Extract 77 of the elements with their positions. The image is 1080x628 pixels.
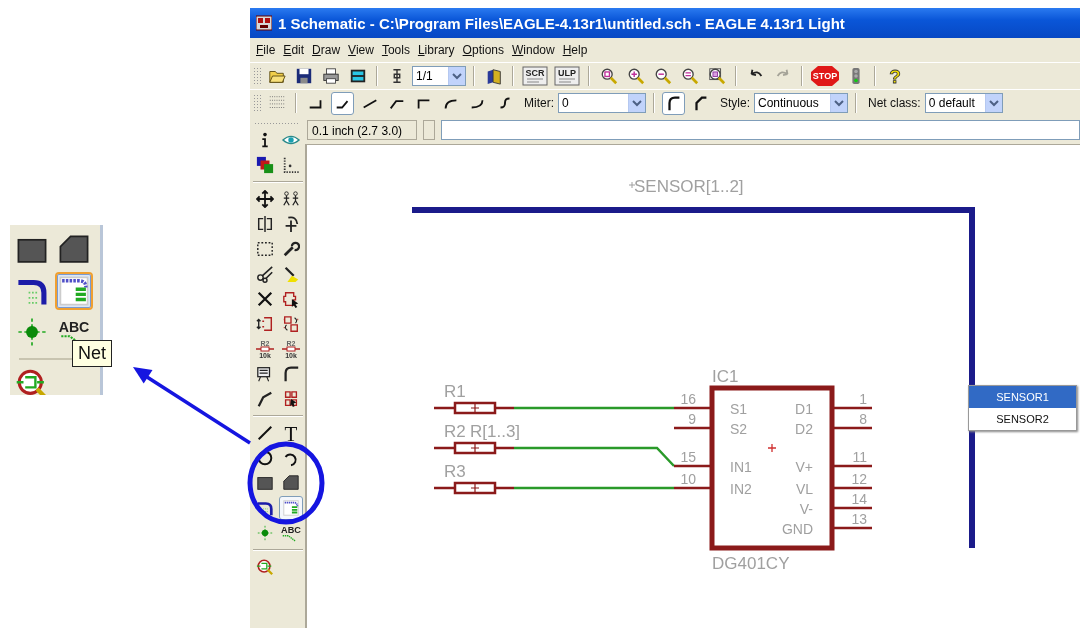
chevron-icon: [984, 94, 1002, 112]
pin-line: [832, 506, 872, 510]
pin-line: [832, 406, 872, 410]
menu-item[interactable]: Options: [459, 43, 507, 57]
menu-item[interactable]: Draw: [309, 43, 344, 57]
coordinate-display: 0.1 inch (2.7 3.0): [307, 120, 417, 140]
pin-name: D2: [795, 421, 813, 437]
chevron-icon: [830, 94, 847, 112]
move-icon[interactable]: [253, 187, 277, 211]
stop-sign-icon[interactable]: STOP: [810, 64, 840, 88]
net-class-dropdown[interactable]: 0 default: [924, 93, 1003, 113]
pin-number: 14: [851, 491, 867, 507]
style-label: Style:: [720, 96, 750, 110]
pin-number: 8: [859, 411, 867, 427]
pin-number: 11: [852, 449, 867, 465]
pin-line: [674, 426, 712, 430]
pin-number: 13: [851, 511, 867, 527]
origin-marker: [767, 443, 777, 453]
part-label: R[1..3]: [470, 422, 521, 441]
pin-name: IN1: [730, 459, 752, 475]
pin-name: GND: [781, 521, 813, 537]
pin-line: [674, 486, 712, 490]
pin-number: 15: [680, 449, 696, 465]
status-panel: [423, 120, 435, 140]
pin-name: D1: [795, 401, 813, 417]
round-miter-icon[interactable]: [662, 91, 685, 115]
window-title: 1 Schematic - C:\Program Files\EAGLE-4.13r1\untitled.sch - EAGLE 4.13r1 Light: [278, 14, 845, 32]
pin-number: 1: [859, 391, 867, 407]
program-icon[interactable]: ULP: [553, 64, 581, 88]
miter-label: Miter:: [524, 96, 554, 110]
app-icon: [256, 15, 272, 31]
menu-item[interactable]: Library: [414, 43, 458, 57]
tooltip: Net: [72, 340, 112, 367]
pin-number: 12: [851, 471, 867, 487]
net-icon[interactable]: [279, 496, 303, 520]
pin-line: [674, 406, 712, 410]
script-icon[interactable]: SCR: [521, 64, 549, 88]
pin-line: [674, 464, 712, 468]
part-name: R3: [444, 462, 466, 481]
pin-name: S1: [730, 401, 748, 417]
toolbar-grip-icon[interactable]: [254, 122, 298, 126]
menu-item[interactable]: View: [345, 43, 377, 57]
pin-number: 10: [680, 471, 696, 487]
part-name: IC1: [712, 367, 739, 386]
menu-item[interactable]: Help: [559, 43, 591, 57]
pin-name: V-: [799, 501, 813, 517]
pin-line: [832, 464, 872, 468]
chevron-icon: [628, 94, 645, 112]
menu-item[interactable]: Window: [509, 43, 558, 57]
menu-item[interactable]: Edit: [280, 43, 308, 57]
menu-item[interactable]: SENSOR1: [969, 386, 1076, 408]
pin-number: 9: [688, 411, 696, 427]
menu-item[interactable]: File: [253, 43, 279, 57]
part-name: R1: [444, 382, 466, 401]
pin-line: [832, 486, 872, 490]
pin-name: IN2: [730, 481, 752, 497]
style-dropdown[interactable]: Continuous: [754, 93, 848, 113]
text-icon[interactable]: T: [279, 421, 303, 445]
origin-marker: [628, 181, 636, 189]
part-value: DG401CY: [712, 554, 790, 573]
menu-item[interactable]: SENSOR2: [969, 408, 1076, 430]
net-class-label: Net class:: [868, 96, 921, 110]
bend-style-icon[interactable]: [331, 91, 354, 115]
pin-line: [832, 526, 872, 530]
pin-name: VL: [795, 481, 813, 497]
bus-label: SENSOR[1..2]: [634, 177, 744, 196]
pin-name: S2: [730, 421, 748, 437]
chevron-icon: [448, 67, 465, 85]
pin-number: 16: [680, 391, 696, 407]
part-name: R2: [444, 422, 466, 441]
menu-item[interactable]: Tools: [378, 43, 413, 57]
pin-line: [832, 426, 872, 430]
command-field[interactable]: [441, 120, 1080, 140]
net-icon[interactable]: [55, 272, 93, 310]
miter-dropdown[interactable]: 0: [558, 93, 646, 113]
sheet-dropdown[interactable]: 1/1: [412, 66, 466, 86]
pin-name: V+: [795, 459, 813, 475]
